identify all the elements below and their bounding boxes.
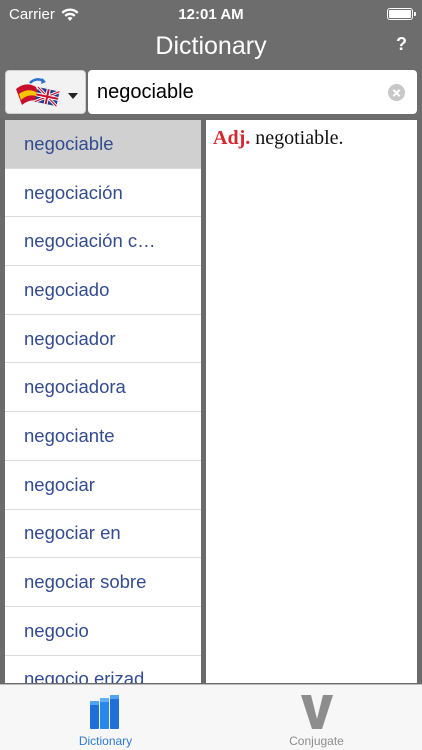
definition-text: negotiable. xyxy=(255,127,344,149)
results-list[interactable]: negociable negociación negociación c… negoc… xyxy=(5,120,201,683)
list-item[interactable]: negociar xyxy=(5,461,201,510)
books-icon xyxy=(90,695,119,729)
list-item[interactable]: negociar en xyxy=(5,510,201,559)
list-item[interactable]: negociación c… xyxy=(5,217,201,267)
list-item[interactable]: negocio xyxy=(5,607,201,656)
list-item[interactable]: negociar sobre xyxy=(5,558,201,607)
page-title: Dictionary xyxy=(155,32,267,60)
list-item[interactable]: negocio erizad xyxy=(5,656,201,683)
definition-pane: Adj. negotiable. xyxy=(206,120,417,683)
clear-search-icon[interactable] xyxy=(388,84,405,101)
list-item[interactable]: negociadora xyxy=(5,363,201,413)
tab-dictionary-label: Dictionary xyxy=(78,734,133,748)
part-of-speech-label: Adj. xyxy=(213,127,251,149)
search-box[interactable] xyxy=(88,70,417,114)
list-item[interactable]: negociado xyxy=(5,266,201,315)
navigation-bar: Dictionary ? xyxy=(0,28,422,66)
list-item[interactable]: negociable xyxy=(5,120,201,169)
list-item[interactable]: negociante xyxy=(5,412,201,461)
status-bar: Carrier 12:01 AM xyxy=(0,0,422,28)
conjugate-v-icon xyxy=(301,695,333,729)
tab-bar: Dictionary Conjugate xyxy=(0,684,422,750)
language-selector-button[interactable] xyxy=(5,70,86,114)
battery-icon xyxy=(387,8,416,20)
status-time: 12:01 AM xyxy=(178,6,244,23)
help-button[interactable]: ? xyxy=(396,34,407,55)
spanish-english-flag-icon xyxy=(16,78,78,108)
tab-conjugate-label: Conjugate xyxy=(289,734,344,748)
tab-dictionary[interactable]: Dictionary xyxy=(0,685,211,750)
search-row xyxy=(0,66,422,118)
search-input[interactable] xyxy=(97,79,382,105)
list-item[interactable]: negociador xyxy=(5,315,201,364)
tab-conjugate[interactable]: Conjugate xyxy=(211,685,422,750)
list-item[interactable]: negociación xyxy=(5,169,201,218)
